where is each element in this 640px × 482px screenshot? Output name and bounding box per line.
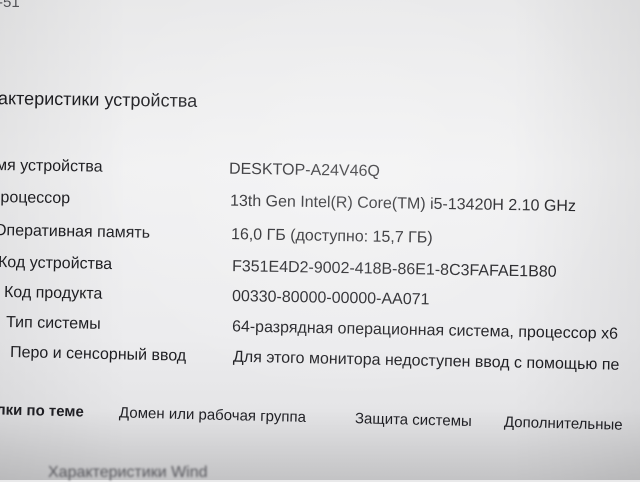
spec-label-system-type: Тип системы <box>5 314 101 333</box>
spec-label-product-id: Код продукта <box>3 284 103 303</box>
window-title-fragment: -51 <box>0 0 20 11</box>
spec-value-device-id: F351E4D2-9002-418B-86E1-8C3FAFAE1B80 <box>231 258 557 281</box>
spec-value-processor: 13th Gen Intel(R) Core(TM) i5-13420H 2.1… <box>229 192 577 216</box>
spec-value-device-name: DESKTOP-A24V46Q <box>228 160 381 181</box>
windows-specifications-heading-fragment: Характеристики Wind <box>48 464 208 481</box>
spec-label-processor: Іроцессор <box>0 189 71 208</box>
spec-value-product-id: 00330-80000-00000-AA071 <box>231 287 430 309</box>
spec-label-device-name: мя устройства <box>0 157 103 176</box>
spec-value-system-type: 64-разрядная операционная система, проце… <box>231 318 619 343</box>
link-advanced-system-settings[interactable]: Дополнительные <box>504 414 623 434</box>
related-links-heading: лки по теме <box>0 401 85 421</box>
spec-row-product-id: Код продукта 00330-80000-00000-AA071 <box>4 284 640 319</box>
spec-row-processor: Іроцессор 13th Gen Intel(R) Core(TM) i5-… <box>0 189 640 223</box>
spec-value-pen-touch: Для этого монитора недоступен ввод с пом… <box>232 348 620 374</box>
spec-label-pen-touch: Перо и сенсорный ввод <box>9 344 187 365</box>
link-system-protection[interactable]: Защита системы <box>355 410 472 430</box>
spec-label-ram: Оперативная память <box>0 222 151 242</box>
related-links-bar: лки по теме Домен или рабочая группа Защ… <box>0 401 640 442</box>
spec-row-device-id: Код устройства F351E4D2-9002-418B-86E1-8… <box>0 254 640 289</box>
spec-value-ram: 16,0 ГБ (доступно: 15,7 ГБ) <box>230 226 433 247</box>
spec-row-device-name: мя устройства DESKTOP-A24V46Q <box>0 157 640 191</box>
spec-row-ram: Оперативная память 16,0 ГБ (доступно: 15… <box>0 222 640 257</box>
spec-label-device-id: Код устройства <box>0 254 113 273</box>
link-domain-or-workgroup[interactable]: Домен или рабочая группа <box>119 404 306 426</box>
device-specifications-heading: рактеристики устройства <box>0 88 198 111</box>
spec-row-pen-touch: Перо и сенсорный ввод Для этого монитора… <box>10 344 640 382</box>
